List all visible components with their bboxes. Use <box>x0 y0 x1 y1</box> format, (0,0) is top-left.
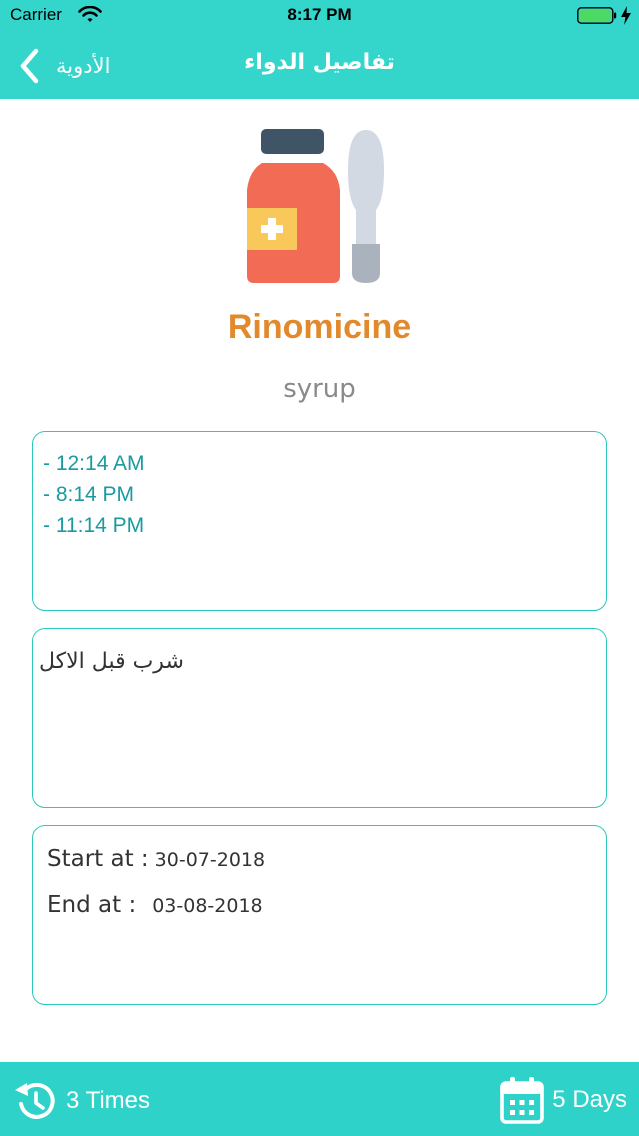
page-title: تفاصيل الدواء <box>244 50 395 75</box>
header: Carrier 8:17 PM الأدوية تفاصيل الدواء <box>0 0 639 99</box>
start-date-value: 30-07-2018 <box>154 849 266 871</box>
dose-time-list: - 12:14 AM - 8:14 PM - 11:14 PM <box>33 432 606 541</box>
dose-time-item: - 12:14 AM <box>43 452 145 475</box>
status-bar: Carrier 8:17 PM <box>0 0 639 34</box>
footer-bar: 3 Times 5 Days <box>0 1062 639 1136</box>
start-date-label: Start at : <box>47 846 149 872</box>
frequency-label: 3 Times <box>66 1087 151 1114</box>
medicine-type: syrup <box>283 374 356 404</box>
history-clock-icon <box>15 1082 55 1119</box>
status-time: 8:17 PM <box>287 5 352 24</box>
end-date-row: End at : 03-08-2018 <box>47 892 263 918</box>
end-date-label: End at : <box>47 892 137 918</box>
duration-info: 5 Days <box>500 1076 627 1124</box>
dose-time-item: - 8:14 PM <box>43 483 135 506</box>
start-date-row: Start at : 30-07-2018 <box>47 846 265 872</box>
battery-icon <box>577 7 617 24</box>
charging-bolt-icon <box>621 6 631 25</box>
medicine-bottle-spoon-icon <box>247 129 384 283</box>
note-card: شرب قبل الاكل <box>32 628 607 808</box>
duration-label: 5 Days <box>552 1086 627 1113</box>
frequency-info: 3 Times <box>12 1078 150 1124</box>
dates-card: Start at : 30-07-2018 End at : 03-08-201… <box>32 825 607 1005</box>
note-text: شرب قبل الاكل <box>39 649 184 674</box>
dose-time-item: - 11:14 PM <box>43 514 145 537</box>
end-date-value: 03-08-2018 <box>152 895 263 917</box>
medicine-name: Rinomicine <box>227 308 412 346</box>
dose-times-card: - 12:14 AM - 8:14 PM - 11:14 PM <box>32 431 607 611</box>
calendar-icon <box>500 1077 545 1124</box>
